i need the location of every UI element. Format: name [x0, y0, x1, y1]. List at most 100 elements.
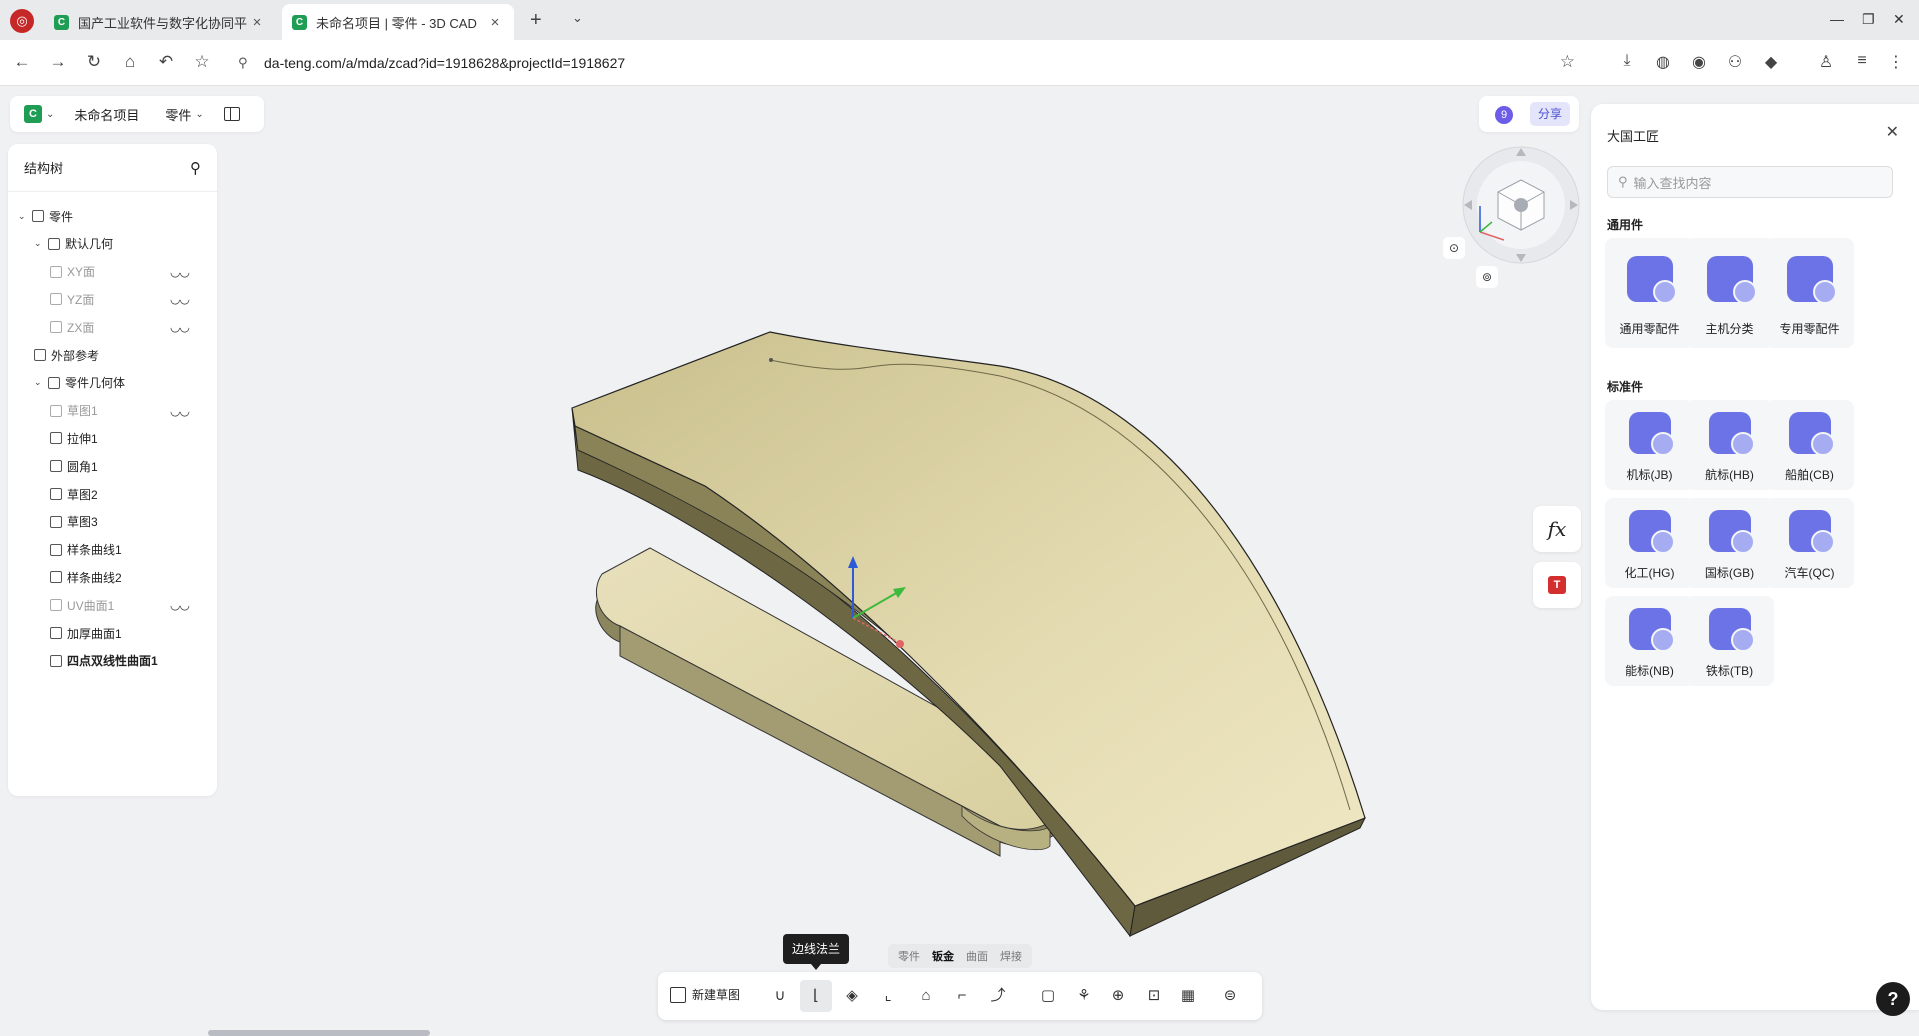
tree-item[interactable]: ⌄ 默认几何: [34, 234, 203, 254]
horizontal-scrollbar[interactable]: [208, 1030, 430, 1036]
edge-flange-icon[interactable]: ⌊: [800, 980, 832, 1012]
new-tab-icon[interactable]: +: [530, 9, 542, 32]
hidden-eye-icon[interactable]: ◡◡: [170, 265, 190, 279]
tree-item[interactable]: 圆角1: [50, 456, 203, 476]
expand-chevron-icon[interactable]: ⌄: [34, 377, 46, 388]
panel-layout-icon[interactable]: [223, 107, 240, 121]
search-icon[interactable]: ⚲: [190, 159, 201, 177]
share-button[interactable]: 分享: [1530, 102, 1570, 126]
mode-tab[interactable]: 焊接: [994, 948, 1028, 964]
minimize-icon[interactable]: —: [1830, 11, 1844, 27]
library-search-input[interactable]: ⚲ 输入查找内容: [1607, 166, 1893, 198]
standard-part-card[interactable]: 汽车(QC): [1765, 498, 1854, 588]
stamp-icon[interactable]: ⚘: [1072, 984, 1096, 1008]
profile-icon[interactable]: ♙: [1815, 52, 1837, 72]
hidden-eye-icon[interactable]: ◡◡: [170, 404, 190, 418]
u-bend-icon[interactable]: ∪: [768, 984, 792, 1008]
tree-item[interactable]: 加厚曲面1: [50, 623, 203, 643]
flatten-icon[interactable]: ▢: [1036, 984, 1060, 1008]
tree-item[interactable]: ⌄ 零件: [18, 206, 203, 226]
target-icon[interactable]: ⊕: [1106, 984, 1130, 1008]
tree-item[interactable]: 四点双线性曲面1: [50, 651, 203, 671]
unfold-icon[interactable]: ⊡: [1142, 984, 1166, 1008]
expand-chevron-icon[interactable]: ⌄: [34, 238, 46, 249]
display-mode-icon[interactable]: ⊚: [1476, 266, 1498, 288]
menu-icon[interactable]: ⋮: [1885, 52, 1907, 72]
new-sketch-button[interactable]: 新建草图: [670, 986, 740, 1003]
fit-view-icon[interactable]: ⊙: [1443, 237, 1465, 259]
formula-button[interactable]: fx: [1533, 506, 1581, 552]
chevron-down-icon[interactable]: ⌄: [195, 109, 203, 120]
download-icon[interactable]: ⤓: [1616, 52, 1638, 70]
site-info-icon[interactable]: ⚲: [238, 55, 254, 71]
mode-tab[interactable]: 钣金: [926, 948, 960, 964]
chevron-down-icon[interactable]: ⌄: [46, 109, 54, 120]
standard-part-card[interactable]: 航标(HB): [1685, 400, 1774, 490]
tree-item[interactable]: UV曲面1 ◡◡: [50, 595, 203, 615]
bend-icon[interactable]: ⌐: [950, 984, 974, 1008]
tree-item[interactable]: YZ面 ◡◡: [50, 289, 203, 309]
globe-icon[interactable]: ◍: [1652, 52, 1674, 72]
part-type-selector[interactable]: 零件: [165, 105, 191, 124]
bookmark-star-icon[interactable]: ☆: [1560, 52, 1575, 72]
hidden-eye-icon[interactable]: ◡◡: [170, 320, 190, 334]
home-icon[interactable]: ⌂: [119, 52, 141, 72]
standard-part-card[interactable]: 化工(HG): [1605, 498, 1694, 588]
tree-item[interactable]: ⌄ 零件几何体: [34, 373, 203, 393]
mode-tab[interactable]: 零件: [892, 948, 926, 964]
extensions-icon[interactable]: ⚇: [1724, 52, 1746, 72]
tree-item[interactable]: 样条曲线2: [50, 567, 203, 587]
standard-part-card[interactable]: 国标(GB): [1685, 498, 1774, 588]
help-button[interactable]: ?: [1876, 982, 1910, 1016]
tree-item[interactable]: 拉伸1: [50, 428, 203, 448]
reload-icon[interactable]: ↻: [83, 52, 105, 72]
hidden-eye-icon[interactable]: ◡◡: [170, 292, 190, 306]
standard-part-card[interactable]: 能标(NB): [1605, 596, 1694, 686]
general-part-card[interactable]: 通用零配件: [1605, 238, 1694, 348]
tree-item[interactable]: 样条曲线1: [50, 540, 203, 560]
project-name[interactable]: 未命名项目: [74, 105, 139, 124]
stack-icon[interactable]: ⊜: [1218, 984, 1242, 1008]
general-part-card[interactable]: 专用零配件: [1765, 238, 1854, 348]
standard-part-card[interactable]: 铁标(TB): [1685, 596, 1774, 686]
site-favicon-icon: C: [54, 14, 69, 30]
browser-logo-icon[interactable]: ◎: [10, 9, 34, 33]
undo-icon[interactable]: ↶: [155, 52, 177, 72]
close-tab-icon[interactable]: ×: [248, 14, 266, 31]
tree-item[interactable]: XY面 ◡◡: [50, 262, 203, 282]
camera-icon[interactable]: ◉: [1688, 52, 1710, 72]
hem-icon[interactable]: ⌞: [876, 984, 900, 1008]
sheet-icon[interactable]: ◈: [840, 984, 864, 1008]
tree-item[interactable]: ZX面 ◡◡: [50, 317, 203, 337]
break-icon[interactable]: ⤴: [986, 984, 1010, 1008]
tree-item[interactable]: 外部参考: [34, 345, 203, 365]
settings-sliders-icon[interactable]: ≡: [1851, 52, 1873, 70]
view-cube[interactable]: [1456, 140, 1586, 270]
restore-icon[interactable]: ❐: [1862, 11, 1875, 28]
mode-tab[interactable]: 曲面: [960, 948, 994, 964]
tree-item[interactable]: 草图3: [50, 512, 203, 532]
standard-part-card[interactable]: 机标(JB): [1605, 400, 1694, 490]
pattern-icon[interactable]: ▦: [1176, 984, 1200, 1008]
expand-chevron-icon[interactable]: ⌄: [18, 211, 30, 222]
hidden-eye-icon[interactable]: ◡◡: [170, 598, 190, 612]
jog-icon[interactable]: ⌂: [914, 984, 938, 1008]
close-icon[interactable]: ✕: [1886, 122, 1899, 142]
standard-part-card[interactable]: 船舶(CB): [1765, 400, 1854, 490]
forward-icon[interactable]: →: [47, 52, 69, 72]
online-users-badge[interactable]: 9: [1495, 106, 1513, 124]
tree-item[interactable]: 草图2: [50, 484, 203, 504]
bookmark-icon[interactable]: ☆: [191, 52, 213, 72]
app-logo-icon[interactable]: C: [24, 105, 42, 123]
browser-tab-cad[interactable]: C 未命名项目 | 零件 - 3D CAD ×: [282, 4, 514, 40]
back-icon[interactable]: ←: [11, 52, 33, 72]
close-window-icon[interactable]: ✕: [1893, 11, 1905, 28]
browser-tab-platform[interactable]: C 国产工业软件与数字化协同平 ×: [44, 4, 276, 40]
report-button[interactable]: T: [1533, 562, 1581, 608]
address-bar[interactable]: ⚲ da-teng.com/a/mda/zcad?id=1918628&proj…: [230, 47, 1587, 79]
ai-icon[interactable]: ◆: [1760, 52, 1782, 72]
tree-item[interactable]: 草图1 ◡◡: [50, 401, 203, 421]
close-tab-icon[interactable]: ×: [486, 14, 504, 31]
tab-list-chevron-icon[interactable]: ⌄: [572, 10, 583, 26]
general-part-card[interactable]: 主机分类: [1685, 238, 1774, 348]
